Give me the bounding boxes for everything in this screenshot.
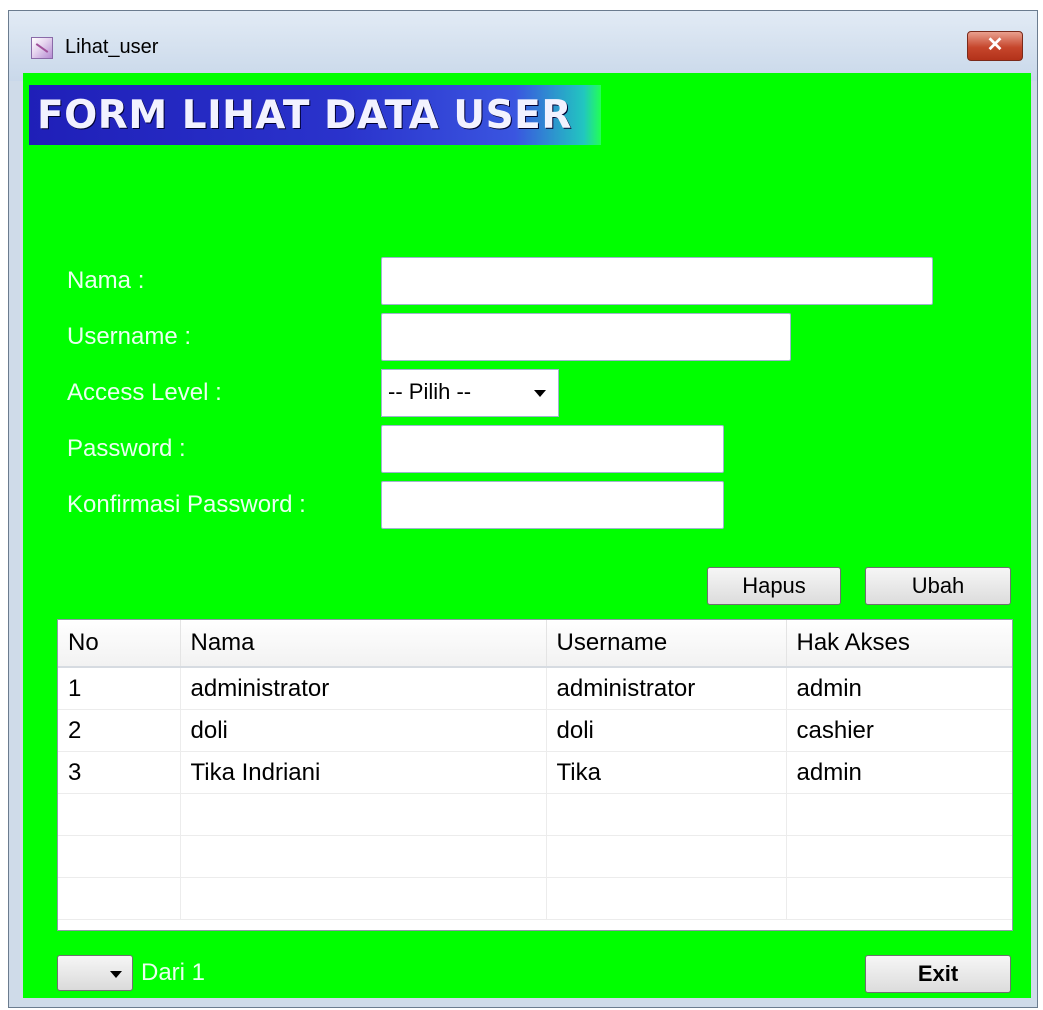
access-level-value: -- Pilih -- (388, 379, 472, 404)
form-client-area: FORM LIHAT DATA USER Nama : Username : A… (23, 73, 1031, 998)
cell-username: Tika (546, 751, 787, 794)
cell-username: doli (546, 709, 787, 752)
table-row[interactable]: 1 administrator administrator admin (58, 667, 1012, 710)
window-title: Lihat_user (65, 36, 159, 58)
close-button[interactable]: ✕ (967, 31, 1023, 61)
user-data-grid[interactable]: No Nama Username Hak Akses 1 administrat… (57, 619, 1013, 931)
exit-button[interactable]: Exit (865, 955, 1011, 993)
page-count-label: Dari 1 (141, 959, 206, 986)
form-title: FORM LIHAT DATA USER (37, 93, 572, 138)
cell-nama (180, 877, 547, 920)
konfirmasi-password-label: Konfirmasi Password : (67, 491, 306, 518)
cell-hak-akses (786, 835, 1012, 878)
table-row-empty[interactable] (58, 793, 1012, 836)
column-header-nama[interactable]: Nama (180, 620, 547, 668)
table-row[interactable]: 3 Tika Indriani Tika admin (58, 751, 1012, 794)
access-level-select[interactable]: -- Pilih -- (381, 369, 559, 417)
close-icon: ✕ (986, 34, 1004, 56)
table-row[interactable]: 2 doli doli cashier (58, 709, 1012, 752)
cell-nama: administrator (180, 667, 547, 710)
cell-nama: doli (180, 709, 547, 752)
table-header-row: No Nama Username Hak Akses (58, 620, 1012, 668)
title-bar[interactable]: Lihat_user ✕ (9, 11, 1037, 81)
cell-no: 2 (58, 709, 181, 752)
column-header-no[interactable]: No (58, 620, 181, 668)
cell-no (58, 793, 181, 836)
table-row-empty[interactable] (58, 877, 1012, 920)
cell-no: 3 (58, 751, 181, 794)
access-level-label: Access Level : (67, 379, 222, 406)
cell-hak-akses: admin (786, 751, 1012, 794)
cell-hak-akses: admin (786, 667, 1012, 710)
password-label: Password : (67, 435, 186, 462)
username-label: Username : (67, 323, 192, 350)
cell-username (546, 793, 787, 836)
cell-no (58, 835, 181, 878)
column-header-hak-akses[interactable]: Hak Akses (786, 620, 1012, 668)
app-form-icon (31, 37, 53, 59)
cell-hak-akses (786, 877, 1012, 920)
cell-no (58, 877, 181, 920)
cell-username (546, 835, 787, 878)
cell-username: administrator (546, 667, 787, 710)
cell-nama (180, 835, 547, 878)
nama-label: Nama : (67, 267, 145, 294)
hapus-button[interactable]: Hapus (707, 567, 841, 605)
table-row-empty[interactable] (58, 835, 1012, 878)
username-input[interactable] (381, 313, 791, 361)
column-header-username[interactable]: Username (546, 620, 787, 668)
cell-nama (180, 793, 547, 836)
password-input[interactable] (381, 425, 724, 473)
cell-username (546, 877, 787, 920)
page-select[interactable] (57, 955, 133, 991)
chevron-down-icon (534, 390, 546, 397)
cell-no: 1 (58, 667, 181, 710)
nama-input[interactable] (381, 257, 933, 305)
cell-nama: Tika Indriani (180, 751, 547, 794)
form-header-banner: FORM LIHAT DATA USER (29, 85, 601, 145)
ubah-button[interactable]: Ubah (865, 567, 1011, 605)
cell-hak-akses (786, 793, 1012, 836)
chevron-down-icon (110, 971, 122, 978)
cell-hak-akses: cashier (786, 709, 1012, 752)
app-window: Lihat_user ✕ FORM LIHAT DATA USER Nama :… (8, 10, 1038, 1008)
konfirmasi-password-input[interactable] (381, 481, 724, 529)
